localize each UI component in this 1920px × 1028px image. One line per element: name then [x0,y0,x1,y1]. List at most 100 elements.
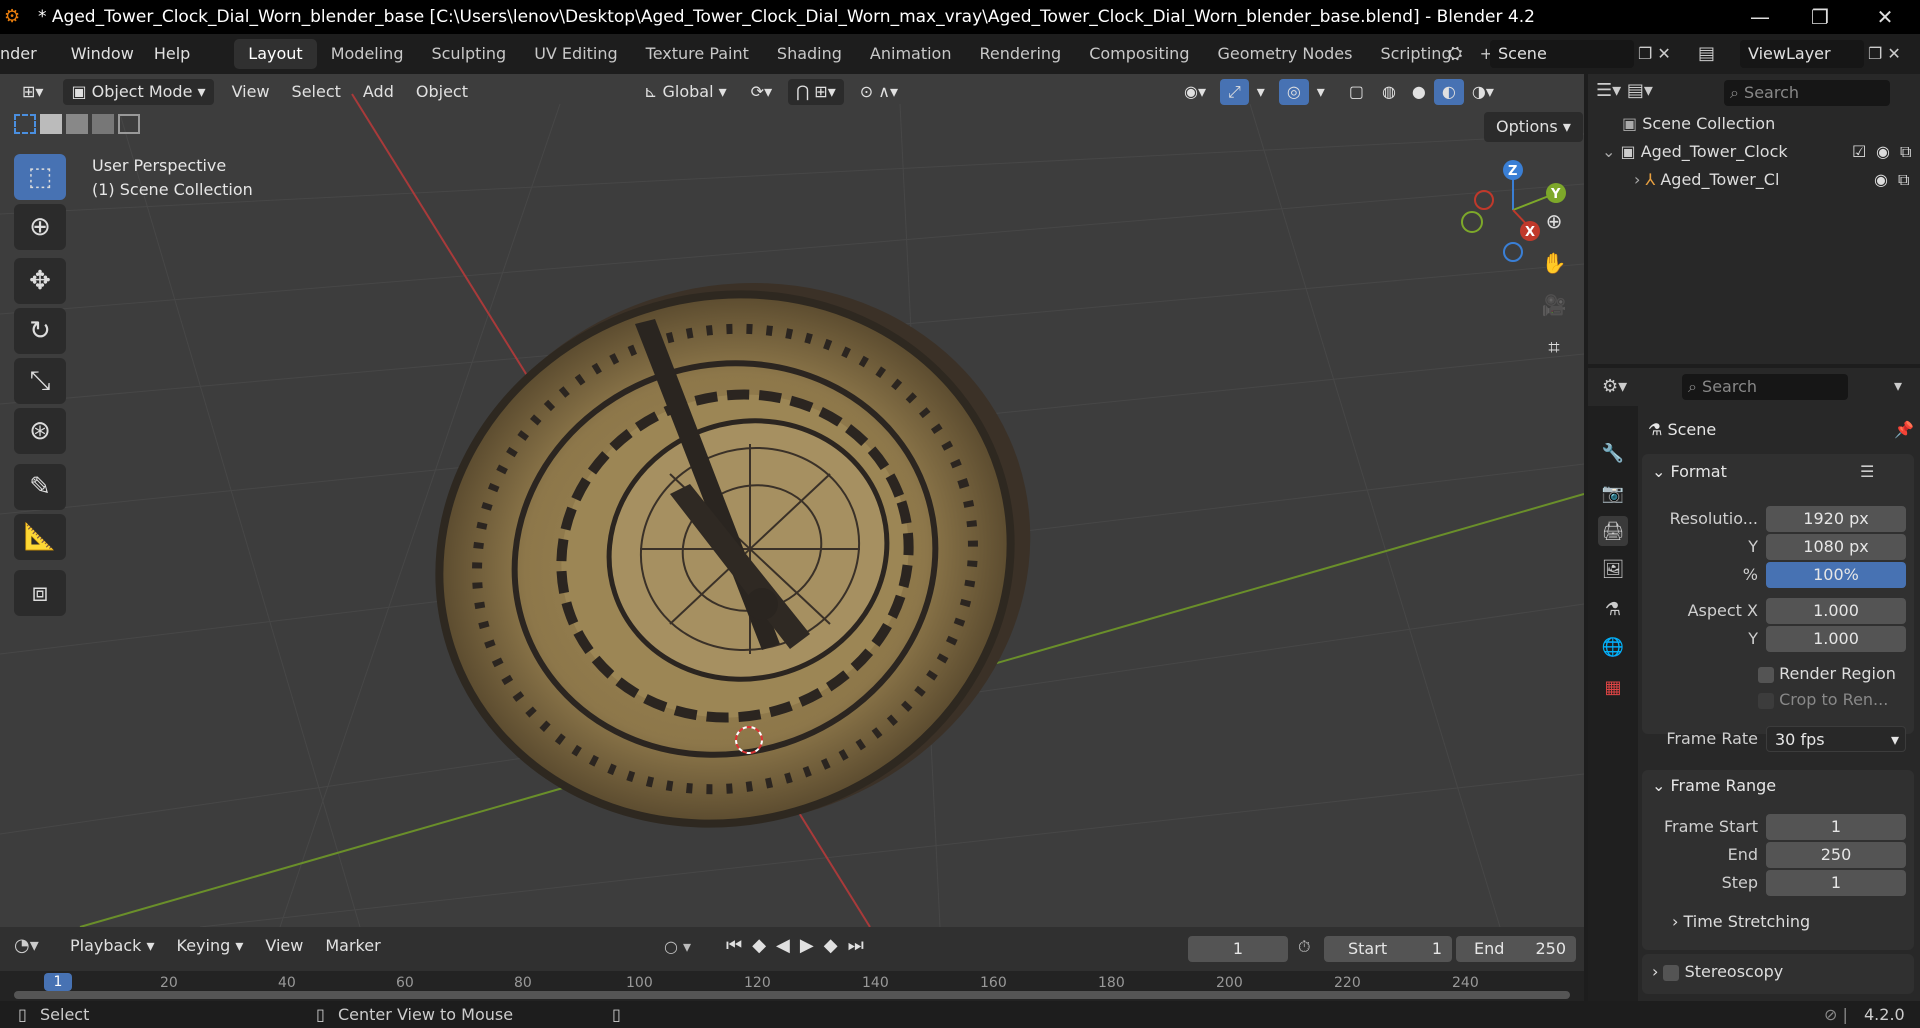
overlays-toggle-icon[interactable]: ◎ [1278,79,1309,105]
end-frame-field[interactable]: End 250 [1456,936,1576,962]
texture-tab-icon[interactable]: ▦ [1598,672,1628,702]
cursor-tool-icon[interactable]: ⊕ [14,204,66,250]
checkbox-icon[interactable]: ☑ [1852,142,1866,161]
scene-name-field[interactable]: Scene [1490,40,1634,68]
view-layer-field[interactable]: ViewLayer [1740,40,1864,68]
select-extend-icon[interactable] [40,114,62,134]
rotate-tool-icon[interactable]: ↻ [14,308,66,354]
gizmo-toggle-icon[interactable]: ⤢ [1219,79,1249,105]
tab-animation[interactable]: Animation [856,39,966,69]
pin-icon[interactable]: 📌 [1894,420,1914,439]
close-button[interactable]: ✕ [1855,0,1915,34]
scene-tab-icon[interactable]: ⚗ [1598,594,1628,624]
3d-viewport[interactable]: ⊞▾ ▣ Object Mode ▾ View Select Add Objec… [0,74,1584,927]
format-panel-header[interactable]: ⌄ Format [1652,462,1727,481]
perspective-toggle-icon[interactable]: ⌗ [1537,330,1571,364]
output-tab-icon[interactable]: 🖨 [1598,516,1628,546]
eye-icon[interactable]: ◉ [1874,170,1888,189]
frame-end-field[interactable]: 250 [1766,842,1906,868]
tab-modeling[interactable]: Modeling [317,39,418,69]
menu-object[interactable]: Object [408,79,476,105]
gizmo-dropdown-icon[interactable]: ▾ [1249,79,1273,105]
keyframe-record-icon[interactable]: ○ ▾ [664,937,691,956]
overlays-dropdown-icon[interactable]: ▾ [1309,79,1333,105]
menu-help[interactable]: Help [144,39,200,69]
pivot-point-icon[interactable]: ⟳▾ [743,79,780,105]
resolution-percent-slider[interactable]: 100% [1766,562,1906,588]
playhead[interactable]: 1 [44,973,72,991]
render-tab-icon[interactable]: 📷 [1598,478,1628,508]
current-frame-field[interactable]: 1 [1188,936,1288,962]
frame-rate-dropdown[interactable]: 30 fps ▾ [1766,726,1906,752]
eye-icon[interactable]: ◉ [1876,142,1890,161]
play-icon[interactable]: ▶ [800,935,814,956]
aspect-y-field[interactable]: 1.000 [1766,626,1906,652]
tool-tab-icon[interactable]: 🔧 [1598,438,1628,468]
menu-timeline-view[interactable]: View [257,933,311,959]
properties-editor-type-icon[interactable]: ⚙▾ [1602,376,1627,397]
camera-icon[interactable]: ⧉ [1900,142,1911,162]
select-invert-icon[interactable] [92,114,114,134]
clock-dial-object[interactable] [369,207,1101,901]
frame-step-field[interactable]: 1 [1766,870,1906,896]
aspect-x-field[interactable]: 1.000 [1766,598,1906,624]
annotate-tool-icon[interactable]: ✎ [14,464,66,510]
prev-keyframe-icon[interactable]: ◆ [752,935,766,956]
tab-rendering[interactable]: Rendering [965,39,1075,69]
wireframe-shading-icon[interactable]: ◍ [1374,79,1404,105]
start-frame-field[interactable]: Start 1 [1324,936,1452,962]
next-keyframe-icon[interactable]: ◆ [824,935,838,956]
menu-window[interactable]: Window [61,39,144,69]
menu-keying[interactable]: Keying ▾ [169,933,252,959]
visibility-icon[interactable]: ◉▾ [1176,79,1214,105]
stereoscopy-header[interactable]: › Stereoscopy [1652,962,1783,981]
xray-icon[interactable]: ▢ [1341,79,1372,105]
time-stretching-subpanel[interactable]: › Time Stretching [1672,912,1810,931]
transform-orientation-dropdown[interactable]: ⊾ Global ▾ [636,79,735,105]
tab-sculpting[interactable]: Sculpting [417,39,520,69]
scene-selector-icon[interactable]: ⛭ [1448,39,1486,69]
move-tool-icon[interactable]: ✥ [14,258,66,304]
pan-hand-icon[interactable]: ✋ [1537,246,1571,280]
mode-dropdown[interactable]: ▣ Object Mode ▾ [63,79,214,105]
view-layer-tab-icon[interactable]: 🖼 [1598,554,1628,584]
outliner-search-input[interactable]: ⌕ Search [1724,80,1890,106]
crop-checkbox[interactable]: Crop to Ren... [1758,690,1888,709]
menu-marker[interactable]: Marker [317,933,388,959]
tab-compositing[interactable]: Compositing [1075,39,1203,69]
timeline-editor-type-icon[interactable]: ◔▾ [14,935,39,956]
new-view-layer-icon[interactable]: ❐ ✕ [1868,40,1916,68]
resolution-y-field[interactable]: 1080 px [1766,534,1906,560]
play-reverse-icon[interactable]: ◀ [776,935,790,956]
jump-start-icon[interactable]: ⏮ [726,935,742,956]
chevron-down-icon[interactable]: ▾ [1894,376,1902,395]
transform-tool-icon[interactable]: ⊛ [14,408,66,454]
measure-tool-icon[interactable]: 📐 [14,514,66,560]
outliner-scene-collection[interactable]: ▣ Scene Collection [1622,114,1775,133]
menu-select[interactable]: Select [284,79,349,105]
tab-texture-paint[interactable]: Texture Paint [632,39,763,69]
outliner-editor-type-icon[interactable]: ☰▾ ▤▾ [1596,80,1653,101]
menu-add[interactable]: Add [355,79,402,105]
outliner-collection-row[interactable]: ⌄ ▣ Aged_Tower_Clock ☑ ◉ ⧉ [1602,142,1912,161]
snap-icon[interactable]: ⋂ ⊞▾ [788,79,844,105]
frame-range-header[interactable]: ⌄ Frame Range [1652,776,1776,795]
new-scene-icon[interactable]: ❐ ✕ [1638,40,1682,68]
maximize-button[interactable]: ❐ [1790,0,1850,34]
resolution-x-field[interactable]: 1920 px [1766,506,1906,532]
camera-icon[interactable]: ⧉ [1898,170,1909,190]
select-subtract-icon[interactable] [66,114,88,134]
zoom-icon[interactable]: ⊕ [1537,204,1571,238]
tab-uv-editing[interactable]: UV Editing [520,39,631,69]
options-dropdown[interactable]: Options ▾ [1484,112,1583,142]
tab-geometry-nodes[interactable]: Geometry Nodes [1203,39,1366,69]
menu-render[interactable]: nder [0,39,47,69]
presets-list-icon[interactable]: ☰ [1860,462,1874,481]
tab-layout[interactable]: Layout [234,39,317,69]
render-region-checkbox[interactable]: Render Region [1758,664,1896,683]
scale-tool-icon[interactable]: ⤡ [14,358,66,404]
jump-end-icon[interactable]: ⏭ [848,935,864,956]
tab-shading[interactable]: Shading [763,39,856,69]
proportional-edit-icon[interactable]: ⊙ ∧▾ [852,79,906,105]
view-layer-icon[interactable]: ▤ [1698,39,1734,69]
